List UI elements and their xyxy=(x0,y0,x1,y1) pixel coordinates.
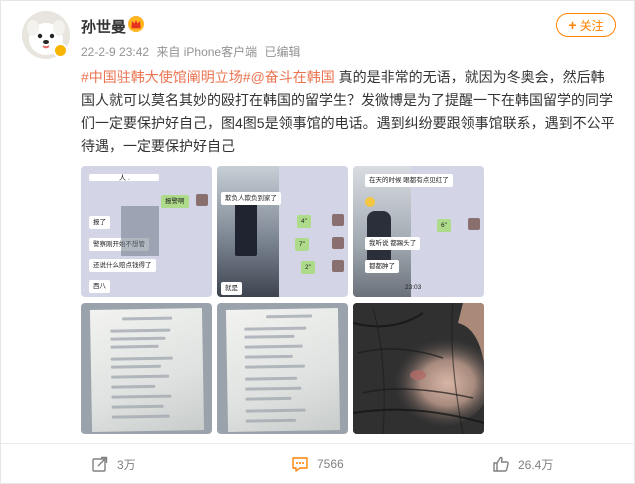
plus-icon: + xyxy=(568,17,577,33)
image-grid: 人 . 报警啊 报了 警察刚开始不想管 还说什么赔点钱得了 西八 欺负人欺负到家… xyxy=(81,166,484,436)
chat-message: 西八 xyxy=(89,280,110,294)
document-paper xyxy=(89,308,205,432)
image-thumb-5[interactable] xyxy=(217,303,348,434)
doc-line xyxy=(111,404,164,409)
doc-line xyxy=(110,364,161,369)
post-meta: 22-2-9 23:42 来自 iPhone客户端 已编辑 xyxy=(81,43,304,60)
repost-button[interactable]: 3万 xyxy=(91,453,136,475)
head-wound-photo xyxy=(353,303,484,434)
like-button[interactable]: 26.4万 xyxy=(492,453,553,475)
footer-divider xyxy=(1,443,635,444)
post-source: 来自 iPhone客户端 xyxy=(156,45,258,59)
doc-line xyxy=(122,316,173,321)
chat-avatar xyxy=(332,260,344,272)
photo-inset xyxy=(217,166,279,297)
chat-message: 我听说 都踢头了 xyxy=(365,237,421,251)
comment-button[interactable]: 7566 xyxy=(291,453,344,475)
doc-line xyxy=(245,376,298,381)
image-thumb-4[interactable] xyxy=(81,303,212,434)
mention-link[interactable]: @奋斗在韩国 xyxy=(251,69,335,85)
chat-message: 欺负人欺负到家了 xyxy=(221,192,281,206)
doc-line xyxy=(245,386,302,391)
doc-line xyxy=(244,326,307,331)
comment-count: 7566 xyxy=(317,457,344,471)
image-thumb-1[interactable]: 人 . 报警啊 报了 警察刚开始不想管 还说什么赔点钱得了 西八 xyxy=(81,166,212,297)
doc-line xyxy=(111,374,170,379)
emoji-icon xyxy=(365,197,375,207)
follow-button[interactable]: + 关注 xyxy=(556,13,616,37)
follow-label: 关注 xyxy=(579,18,604,33)
image-thumb-3[interactable]: 在天的时候 眼都有点见红了 6" 我听说 都踢头了 都都肿了 23:03 xyxy=(353,166,484,297)
chat-message: 在天的时候 眼都有点见红了 xyxy=(365,174,453,188)
chat-avatar xyxy=(332,237,344,249)
chat-message: 就是 xyxy=(221,282,242,296)
like-count: 26.4万 xyxy=(518,457,554,472)
repost-count: 3万 xyxy=(117,457,136,472)
edited-label[interactable]: 已编辑 xyxy=(264,45,300,59)
chat-header-text: 人 . xyxy=(119,175,130,182)
doc-line xyxy=(244,334,295,339)
chat-message: 还说什么赔点钱得了 xyxy=(89,259,156,273)
post-text: #中国驻韩大使馆阐明立场#@奋斗在韩国 真的是非常的无语，就因为冬奥会，然后韩国… xyxy=(81,66,616,158)
voice-message: 4" xyxy=(297,215,311,229)
weibo-post-card: 孙世曼 22-2-9 23:42 来自 iPhone客户端 已编辑 + 关注 #… xyxy=(0,0,635,484)
chat-avatar xyxy=(196,194,208,206)
doc-line xyxy=(245,418,296,423)
verified-badge-icon xyxy=(53,43,68,58)
doc-line xyxy=(110,344,159,349)
timestamp: 23:03 xyxy=(405,284,422,291)
doc-line xyxy=(245,396,292,401)
image-thumb-2[interactable]: 欺负人欺负到家了 4" 7" 2" 就是 xyxy=(217,166,348,297)
doc-line xyxy=(111,414,170,419)
doc-line xyxy=(266,314,313,319)
doc-line xyxy=(244,354,293,359)
doc-line xyxy=(110,336,166,341)
vip-crown-icon xyxy=(127,15,145,33)
doc-line xyxy=(245,408,306,413)
doc-line xyxy=(244,344,303,349)
chat-message: 报警啊 xyxy=(161,195,189,209)
chat-avatar xyxy=(468,218,480,230)
chat-avatar xyxy=(332,214,344,226)
voice-message: 2" xyxy=(301,261,315,275)
chat-message: 报了 xyxy=(89,216,110,230)
voice-message: 6" xyxy=(437,219,451,233)
doc-line xyxy=(111,384,156,389)
document-paper xyxy=(225,308,341,432)
doc-line xyxy=(110,328,171,333)
doc-line xyxy=(110,356,173,361)
hashtag-link[interactable]: #中国驻韩大使馆阐明立场# xyxy=(81,69,251,85)
doc-line xyxy=(111,394,172,399)
voice-message: 7" xyxy=(295,238,309,252)
thumbs-up-icon xyxy=(493,456,509,472)
doc-line xyxy=(244,364,305,369)
photo-inset xyxy=(121,206,159,256)
post-time[interactable]: 22-2-9 23:42 xyxy=(81,45,149,59)
chat-message: 都都肿了 xyxy=(365,260,399,274)
comment-icon xyxy=(292,457,308,472)
repost-icon xyxy=(92,456,108,472)
image-thumb-6[interactable] xyxy=(353,303,484,434)
username[interactable]: 孙世曼 xyxy=(81,16,126,37)
